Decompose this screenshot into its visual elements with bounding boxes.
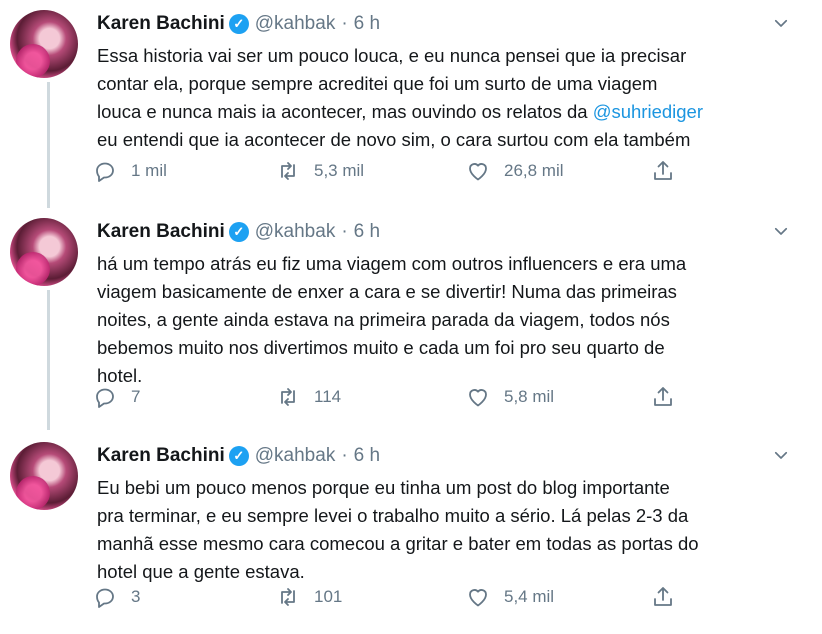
timestamp[interactable]: 6 h <box>354 221 380 243</box>
separator: · <box>341 445 348 466</box>
text-line: contar ela, porque sempre acreditei que … <box>97 73 658 94</box>
reply-icon <box>96 162 114 182</box>
reply-icon <box>96 388 114 408</box>
reply-count: 1 mil <box>131 161 167 180</box>
share-button[interactable] <box>651 156 675 186</box>
mention-link[interactable]: @suhriediger <box>593 101 703 122</box>
heart-icon <box>469 389 487 407</box>
author-name[interactable]: Karen Bachini <box>97 13 225 35</box>
tweet-header: Karen Bachini ✓ @kahbak · 6 h <box>97 444 380 468</box>
tweet-header: Karen Bachini ✓ @kahbak · 6 h <box>97 220 380 244</box>
retweet-count: 5,3 mil <box>314 161 365 180</box>
verified-badge-icon: ✓ <box>228 222 249 242</box>
action-bar: 7 114 5,8 mil <box>93 382 683 412</box>
text-line: noites, a gente ainda estava na primeira… <box>97 309 670 330</box>
like-button[interactable]: 5,8 mil <box>466 382 554 412</box>
tweet-text: Essa historia vai ser um pouco louca, e … <box>97 42 802 154</box>
reply-count: 7 <box>131 387 141 406</box>
verified-badge-icon: ✓ <box>228 14 249 34</box>
author-handle[interactable]: @kahbak <box>255 221 336 243</box>
retweet-count: 114 <box>314 387 342 406</box>
action-bar: 1 mil 5,3 mil 26,8 mil <box>93 156 683 186</box>
retweet-icon <box>281 162 295 180</box>
text-line: há um tempo atrás eu fiz uma viagem com … <box>97 253 687 274</box>
author-handle[interactable]: @kahbak <box>255 13 336 35</box>
text-line: eu entendi que ia acontecer de novo sim,… <box>97 129 691 150</box>
tweet-text: Eu bebi um pouco menos porque eu tinha u… <box>97 474 802 586</box>
like-count: 26,8 mil <box>504 161 564 180</box>
author-name[interactable]: Karen Bachini <box>97 445 225 467</box>
timestamp[interactable]: 6 h <box>354 445 380 467</box>
avatar[interactable] <box>10 10 78 78</box>
separator: · <box>341 221 348 242</box>
text-segment: louca e nunca mais ia acontecer, mas ouv… <box>97 101 593 122</box>
chevron-down-icon[interactable] <box>772 14 790 32</box>
text-line: bebemos muito nos divertimos muito e cad… <box>97 337 665 358</box>
timestamp[interactable]: 6 h <box>354 13 380 35</box>
share-icon <box>654 387 672 406</box>
heart-icon <box>469 589 487 607</box>
text-line: louca e nunca mais ia acontecer, mas ouv… <box>97 98 802 126</box>
heart-icon <box>469 163 487 181</box>
author-name[interactable]: Karen Bachini <box>97 221 225 243</box>
text-line: Essa historia vai ser um pouco louca, e … <box>97 45 687 66</box>
reply-button[interactable]: 1 mil <box>93 156 167 186</box>
share-icon <box>654 161 672 180</box>
action-bar: 3 101 5,4 mil <box>93 582 683 612</box>
avatar[interactable] <box>10 218 78 286</box>
retweet-button[interactable]: 101 <box>276 582 342 612</box>
tweet-text: há um tempo atrás eu fiz uma viagem com … <box>97 250 802 390</box>
text-line: viagem basicamente de enxer a cara e se … <box>97 281 677 302</box>
reply-icon <box>96 588 114 608</box>
avatar[interactable] <box>10 442 78 510</box>
text-line: manhã esse mesmo cara comecou a gritar e… <box>97 533 699 554</box>
author-handle[interactable]: @kahbak <box>255 445 336 467</box>
reply-count: 3 <box>131 587 141 606</box>
reply-button[interactable]: 7 <box>93 382 140 412</box>
text-line: pra terminar, e eu sempre levei o trabal… <box>97 505 689 526</box>
tweet-header: Karen Bachini ✓ @kahbak · 6 h <box>97 12 380 36</box>
retweet-icon <box>281 588 295 606</box>
tweet[interactable]: Karen Bachini ✓ @kahbak · 6 h Eu bebi um… <box>0 432 822 634</box>
like-button[interactable]: 5,4 mil <box>466 582 554 612</box>
text-line: Eu bebi um pouco menos porque eu tinha u… <box>97 477 670 498</box>
chevron-down-icon[interactable] <box>772 222 790 240</box>
tweet[interactable]: Karen Bachini ✓ @kahbak · 6 h Essa histo… <box>0 0 822 210</box>
like-count: 5,8 mil <box>504 387 555 406</box>
like-button[interactable]: 26,8 mil <box>466 156 564 186</box>
reply-button[interactable]: 3 <box>93 582 140 612</box>
retweet-button[interactable]: 5,3 mil <box>276 156 364 186</box>
chevron-down-icon[interactable] <box>772 446 790 464</box>
retweet-button[interactable]: 114 <box>276 382 341 412</box>
separator: · <box>341 13 348 34</box>
like-count: 5,4 mil <box>504 587 555 606</box>
share-button[interactable] <box>651 382 675 412</box>
tweet[interactable]: Karen Bachini ✓ @kahbak · 6 h há um temp… <box>0 208 822 434</box>
share-icon <box>654 587 672 606</box>
verified-badge-icon: ✓ <box>228 446 249 466</box>
share-button[interactable] <box>651 582 675 612</box>
retweet-icon <box>281 388 295 406</box>
retweet-count: 101 <box>314 587 343 606</box>
